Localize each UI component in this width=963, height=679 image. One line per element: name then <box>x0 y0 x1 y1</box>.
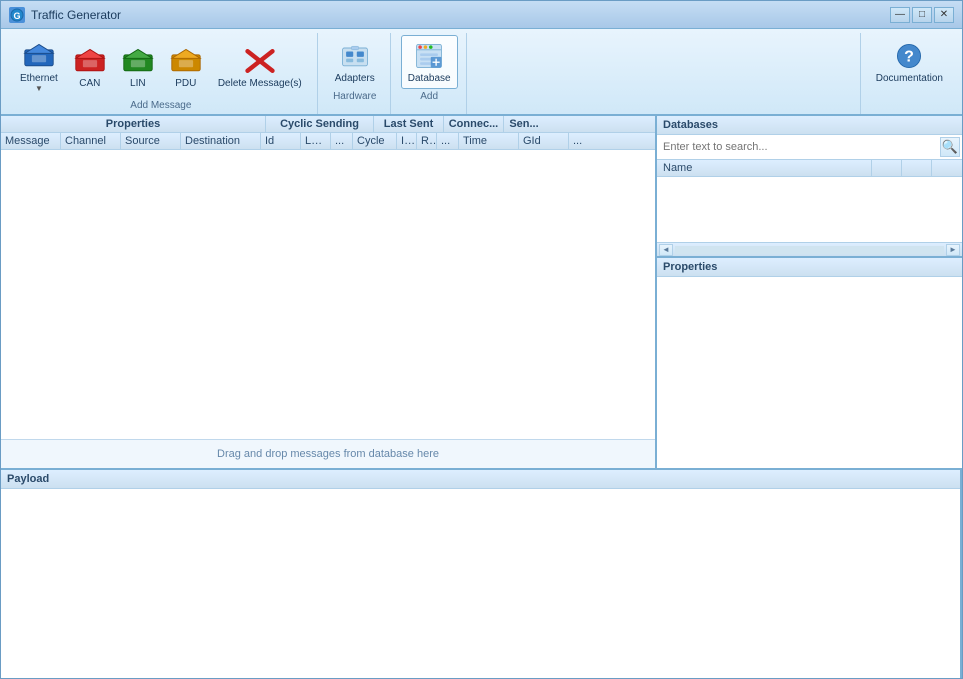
db-col-2[interactable] <box>902 160 932 176</box>
title-bar: G Traffic Generator — □ ✕ <box>1 1 962 29</box>
table-group-headers: Properties Cyclic Sending Last Sent Conn… <box>1 116 655 133</box>
col-gid[interactable]: GId <box>519 133 569 149</box>
add-group-label: Add <box>401 89 458 105</box>
window-controls: — □ ✕ <box>890 7 954 23</box>
database-label: Database <box>408 73 451 84</box>
search-bar: 🔍 <box>657 135 962 160</box>
add-message-group-label: Add Message <box>13 98 309 114</box>
toolbar-main: Ethernet ▼ CAN <box>1 29 962 114</box>
toolbar-group-add: Database Add <box>393 33 467 114</box>
col-message[interactable]: Message <box>1 133 61 149</box>
toolbar: Ethernet ▼ CAN <box>1 29 962 116</box>
window-title: Traffic Generator <box>31 8 890 22</box>
documentation-button[interactable]: ? Documentation <box>869 35 950 89</box>
col-time[interactable]: Time <box>459 133 519 149</box>
payload-panel: Payload <box>1 470 962 678</box>
delete-button[interactable]: Delete Message(s) <box>211 40 309 94</box>
window-icon: G <box>9 7 25 23</box>
databases-title: Databases <box>657 116 962 135</box>
documentation-icon: ? <box>893 40 925 72</box>
right-panel: Databases 🔍 Name ◄ ► <box>657 116 962 468</box>
documentation-label: Documentation <box>876 73 943 84</box>
main-content: Properties Cyclic Sending Last Sent Conn… <box>1 116 962 468</box>
delete-icon <box>244 45 276 77</box>
pdu-button[interactable]: PDU <box>163 40 209 94</box>
left-panel: Properties Cyclic Sending Last Sent Conn… <box>1 116 657 468</box>
lin-button[interactable]: LIN <box>115 40 161 94</box>
ethernet-button[interactable]: Ethernet ▼ <box>13 35 65 98</box>
col-r[interactable]: R... <box>417 133 437 149</box>
db-col-name[interactable]: Name <box>657 160 872 176</box>
databases-section: Databases 🔍 Name ◄ ► <box>657 116 962 258</box>
db-col-1[interactable] <box>872 160 902 176</box>
col-channel[interactable]: Channel <box>61 133 121 149</box>
col-extra2[interactable]: ... <box>437 133 459 149</box>
db-body[interactable] <box>657 177 962 242</box>
table-column-headers: Message Channel Source Destination Id Le… <box>1 133 655 150</box>
col-destination[interactable]: Destination <box>181 133 261 149</box>
db-col-3[interactable] <box>932 160 962 176</box>
adapters-icon <box>339 40 371 72</box>
add-buttons: Database <box>401 35 458 89</box>
group-last-sent: Last Sent <box>374 116 444 132</box>
delete-label: Delete Message(s) <box>218 78 302 89</box>
col-cycle[interactable]: Cycle <box>353 133 397 149</box>
svg-text:?: ? <box>904 48 914 65</box>
ethernet-label: Ethernet <box>20 73 58 84</box>
adapters-button[interactable]: Adapters <box>328 35 382 89</box>
svg-text:G: G <box>13 11 20 21</box>
payload-body[interactable] <box>1 489 960 678</box>
database-button[interactable]: Database <box>401 35 458 89</box>
minimize-button[interactable]: — <box>890 7 910 23</box>
db-table-header: Name <box>657 160 962 177</box>
search-input[interactable] <box>659 139 940 155</box>
can-icon <box>74 45 106 77</box>
payload-title: Payload <box>1 470 960 489</box>
col-more[interactable]: ... <box>569 133 591 149</box>
pdu-icon <box>170 45 202 77</box>
group-sen: Sen... <box>504 116 544 132</box>
search-button[interactable]: 🔍 <box>940 137 960 157</box>
doc-buttons: ? Documentation <box>869 35 950 89</box>
col-length[interactable]: Le... <box>301 133 331 149</box>
can-label: CAN <box>79 78 100 89</box>
col-extra1[interactable]: ... <box>331 133 353 149</box>
group-cyclic: Cyclic Sending <box>266 116 374 132</box>
right-properties-section: Properties <box>657 258 962 468</box>
table-body[interactable]: Drag and drop messages from database her… <box>1 150 655 468</box>
group-connect: Connec... <box>444 116 504 132</box>
db-scroll-left-button[interactable]: ◄ <box>659 244 673 256</box>
ethernet-icon <box>23 40 55 72</box>
can-button[interactable]: CAN <box>67 40 113 94</box>
right-properties-title: Properties <box>657 258 962 277</box>
db-scroll-track[interactable] <box>675 246 944 254</box>
close-button[interactable]: ✕ <box>934 7 954 23</box>
toolbar-group-add-message: Ethernet ▼ CAN <box>5 33 318 114</box>
hardware-buttons: Adapters <box>328 35 382 89</box>
add-message-buttons: Ethernet ▼ CAN <box>13 35 309 98</box>
main-window: G Traffic Generator — □ ✕ <box>0 0 963 679</box>
drag-drop-hint: Drag and drop messages from database her… <box>1 439 655 468</box>
group-properties: Properties <box>1 116 266 132</box>
toolbar-group-hardware: Adapters Hardware <box>320 33 391 114</box>
maximize-button[interactable]: □ <box>912 7 932 23</box>
lin-icon <box>122 45 154 77</box>
hardware-group-label: Hardware <box>328 89 382 105</box>
lin-label: LIN <box>130 78 146 89</box>
bottom-panels: Payload <box>1 468 962 678</box>
db-scroll-right-button[interactable]: ► <box>946 244 960 256</box>
pdu-label: PDU <box>175 78 196 89</box>
ethernet-dropdown-arrow: ▼ <box>35 84 43 93</box>
database-icon <box>413 40 445 72</box>
right-properties-body[interactable] <box>657 277 962 468</box>
col-source[interactable]: Source <box>121 133 181 149</box>
col-id[interactable]: Id <box>261 133 301 149</box>
col-i[interactable]: I... <box>397 133 417 149</box>
adapters-label: Adapters <box>335 73 375 84</box>
toolbar-group-doc: ? Documentation doc <box>860 33 958 114</box>
db-scrollbar: ◄ ► <box>657 242 962 256</box>
